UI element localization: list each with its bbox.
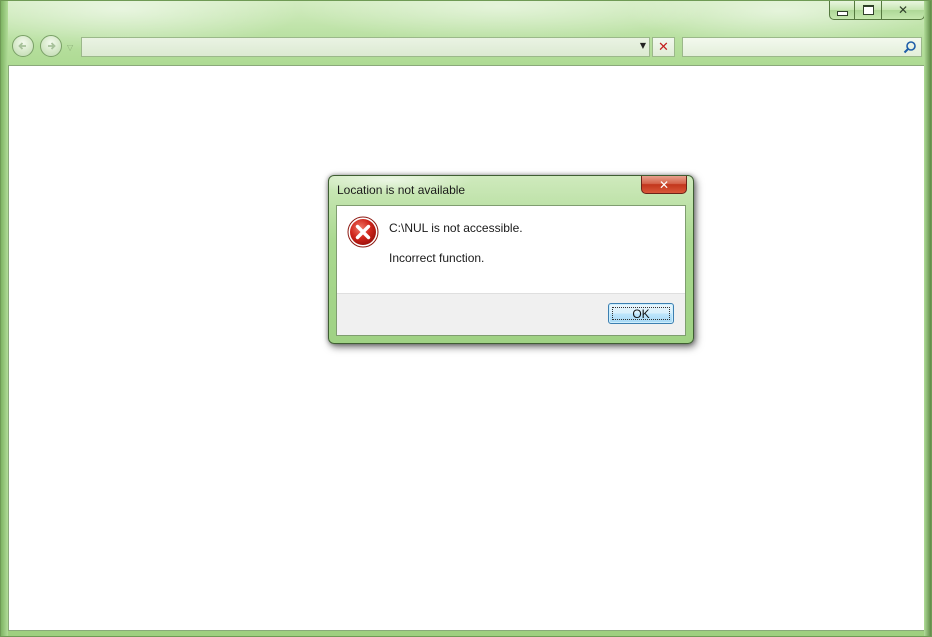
maximize-button[interactable] [855,1,882,20]
dialog-footer: OK [337,293,685,335]
address-bar[interactable]: ▼ [81,37,650,57]
close-icon: ✕ [897,3,909,17]
title-bar-ghost [79,1,119,15]
ok-button-label: OK [632,306,650,321]
search-icon[interactable] [903,40,917,54]
stop-icon: ✕ [658,39,669,55]
forward-button[interactable] [40,35,62,57]
forward-arrow-icon [48,42,56,50]
minimize-icon [836,10,848,16]
close-button[interactable]: ✕ [882,1,925,20]
ok-button[interactable]: OK [608,303,674,324]
search-input[interactable] [682,37,922,57]
dialog-close-button[interactable]: ✕ [641,176,687,194]
address-stop-button[interactable]: ✕ [652,37,675,57]
error-message: C:\NUL is not accessible. [389,221,523,235]
minimize-button[interactable] [829,1,855,20]
dialog-title: Location is not available [337,183,466,197]
window-caption-buttons: ✕ [829,1,925,22]
back-arrow-icon [18,42,26,50]
close-icon: ✕ [658,177,670,192]
back-button[interactable] [12,35,34,57]
error-detail: Incorrect function. [389,251,485,265]
maximize-icon [862,5,874,15]
explorer-window: ✕ ▽ ▼ ✕ Location is not available ✕ C:\N… [0,0,932,637]
recent-pages-dropdown[interactable]: ▽ [67,43,73,52]
content-pane[interactable] [8,65,927,631]
error-icon [347,216,379,248]
dialog-body: C:\NUL is not accessible. Incorrect func… [336,205,686,336]
error-dialog: Location is not available ✕ C:\NUL is no… [328,175,694,344]
address-dropdown-icon[interactable]: ▼ [640,41,646,50]
